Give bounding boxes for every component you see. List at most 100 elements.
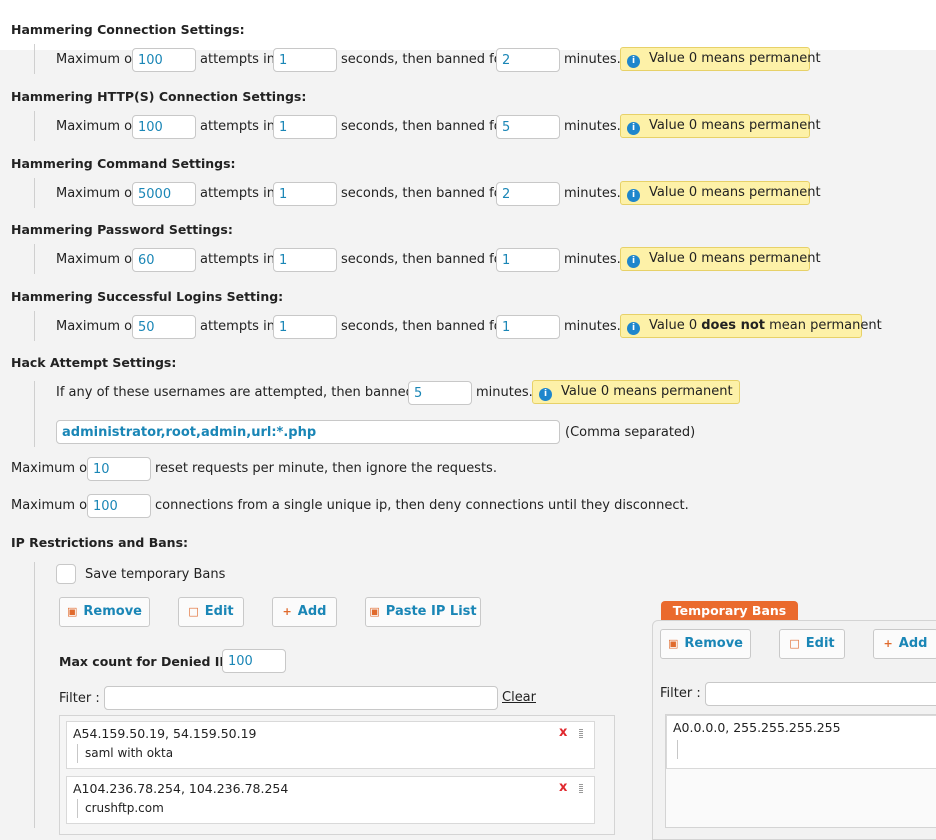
ip-list-item[interactable]: A54.159.50.19, 54.159.50.19 saml with okt… (66, 721, 595, 769)
info-icon: i (627, 322, 640, 335)
remove-button[interactable]: ▣ Remove (59, 597, 150, 627)
hack-ban-minutes-input[interactable] (408, 381, 472, 405)
hammer-seconds-input[interactable] (273, 248, 337, 272)
hammer-guide-line (34, 111, 35, 141)
maximum-of-label: Maximum of (56, 252, 137, 267)
delete-entry-icon[interactable]: x (559, 725, 567, 740)
info-text-rest: means permanent (701, 118, 821, 133)
info-text-rest: means permanent (701, 185, 821, 200)
hammer-max-attempts-input[interactable] (132, 48, 196, 72)
drag-handle-icon[interactable] (579, 729, 583, 739)
hack-text: If any of these usernames are attempted,… (56, 385, 436, 400)
add-button[interactable]: + Add (272, 597, 337, 627)
paste-ip-list-button[interactable]: ▣ Paste IP List (365, 597, 481, 627)
attempts-in-label: attempts in (200, 319, 275, 334)
temp-add-button[interactable]: + Add (873, 629, 936, 659)
info-text-rest: means permanent (701, 251, 821, 266)
reset-suffix: reset requests per minute, then ignore t… (155, 461, 497, 476)
reset-requests-input[interactable] (87, 457, 151, 481)
hammer-title-3: Hammering Password Settings: (11, 222, 233, 237)
clear-link[interactable]: Clear (502, 690, 536, 705)
hammer-info-badge: i Value 0 means permanent (620, 114, 821, 138)
ip-entry-note: saml with okta (85, 746, 174, 760)
plus-icon: + (883, 637, 893, 650)
hammer-ban-minutes-input[interactable] (496, 182, 560, 206)
temp-remove-button[interactable]: ▣ Remove (660, 629, 751, 659)
ip-entry-note-bar (77, 799, 78, 818)
conn-prefix: Maximum of (11, 498, 92, 513)
minutes-label: minutes. (564, 252, 621, 267)
hammer-info-badge: i Value 0 means permanent (620, 181, 821, 205)
delete-entry-icon[interactable]: x (559, 780, 567, 795)
hammer-ban-minutes-input[interactable] (496, 48, 560, 72)
hammer-max-attempts-input[interactable] (132, 315, 196, 339)
hack-minutes-label: minutes. (476, 385, 533, 400)
attempts-in-label: attempts in (200, 186, 275, 201)
ip-entry-ip: A54.159.50.19, 54.159.50.19 (73, 726, 257, 741)
hammer-max-attempts-input[interactable] (132, 248, 196, 272)
hammer-max-attempts-input[interactable] (132, 182, 196, 206)
temp-filter-input[interactable] (705, 682, 936, 706)
connections-input[interactable] (87, 494, 151, 518)
hack-usernames-input[interactable] (56, 420, 560, 444)
edit-button[interactable]: □ Edit (178, 597, 244, 627)
info-text: Value 0 (649, 118, 702, 133)
info-text-rest: mean permanent (764, 318, 882, 333)
seconds-banned-label: seconds, then banned for (341, 252, 508, 267)
info-text: Value 0 (649, 185, 702, 200)
ip-guide-line (34, 562, 35, 828)
conn-suffix: connections from a single unique ip, the… (155, 498, 689, 513)
save-temp-bans-label: Save temporary Bans (85, 567, 226, 582)
hammer-ban-minutes-input[interactable] (496, 115, 560, 139)
seconds-banned-label: seconds, then banned for (341, 319, 508, 334)
ip-list-item[interactable]: A104.236.78.254, 104.236.78.254 crushftp.… (66, 776, 595, 824)
maximum-of-label: Maximum of (56, 119, 137, 134)
hack-info-text: Value 0 means permanent (561, 384, 733, 399)
hammer-max-attempts-input[interactable] (132, 115, 196, 139)
seconds-banned-label: seconds, then banned for (341, 186, 508, 201)
hammer-info-badge: i Value 0 means permanent (620, 247, 821, 271)
hammer-seconds-input[interactable] (273, 48, 337, 72)
info-icon: i (627, 189, 640, 202)
hammer-title-2: Hammering Command Settings: (11, 156, 236, 171)
seconds-banned-label: seconds, then banned for (341, 119, 508, 134)
hack-title: Hack Attempt Settings: (11, 355, 177, 370)
temp-list-item[interactable]: A0.0.0.0, 255.255.255.255 (666, 715, 936, 769)
info-icon: i (627, 55, 640, 68)
filter-input[interactable] (104, 686, 498, 710)
maximum-of-label: Maximum of (56, 319, 137, 334)
minutes-label: minutes. (564, 119, 621, 134)
hammer-seconds-input[interactable] (273, 115, 337, 139)
max-denied-label: Max count for Denied IPs: (59, 654, 241, 669)
temporary-bans-tab[interactable]: Temporary Bans (661, 601, 798, 622)
hammer-ban-minutes-input[interactable] (496, 315, 560, 339)
info-text-rest: means permanent (701, 51, 821, 66)
max-denied-input[interactable] (222, 649, 286, 673)
info-icon: i (627, 255, 640, 268)
hammer-ban-minutes-input[interactable] (496, 248, 560, 272)
ip-entry-ip: A104.236.78.254, 104.236.78.254 (73, 781, 289, 796)
clipboard-icon: ▣ (369, 605, 380, 618)
hammer-guide-line (34, 178, 35, 208)
temp-entry-ip: A0.0.0.0, 255.255.255.255 (673, 720, 841, 735)
hack-info-badge: i Value 0 means permanent (532, 380, 740, 404)
minutes-label: minutes. (564, 319, 621, 334)
drag-handle-icon[interactable] (579, 784, 583, 794)
hammer-guide-line (34, 311, 35, 341)
seconds-banned-label: seconds, then banned for (341, 52, 508, 67)
info-icon: i (627, 122, 640, 135)
hammer-seconds-input[interactable] (273, 182, 337, 206)
ip-entry-note-bar (77, 744, 78, 763)
temp-entry-note-bar (677, 740, 678, 759)
temp-edit-button[interactable]: □ Edit (779, 629, 845, 659)
info-icon: i (539, 388, 552, 401)
maximum-of-label: Maximum of (56, 186, 137, 201)
save-temp-bans-checkbox[interactable] (56, 564, 76, 584)
edit-icon: □ (188, 605, 199, 618)
minutes-label: minutes. (564, 186, 621, 201)
hammer-info-badge: i Value 0 means permanent (620, 47, 821, 71)
hammer-seconds-input[interactable] (273, 315, 337, 339)
ip-restrictions-title: IP Restrictions and Bans: (11, 535, 189, 550)
hammer-title-0: Hammering Connection Settings: (11, 22, 245, 37)
ip-entry-note: crushftp.com (85, 801, 164, 815)
